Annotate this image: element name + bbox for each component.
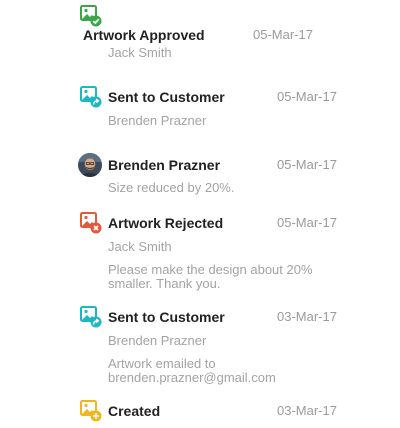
activity-title: Sent to Customer bbox=[108, 309, 225, 325]
activity-user: Brenden Prazner bbox=[108, 113, 207, 128]
activity-title: Artwork Rejected bbox=[108, 215, 224, 231]
activity-title: Sent to Customer bbox=[108, 89, 225, 105]
activity-date: 05-Mar-17 bbox=[277, 89, 337, 104]
activity-comment: Please make the design about 20% bbox=[108, 262, 313, 277]
activity-comment: smaller. Thank you. bbox=[108, 276, 221, 291]
activity-title: Created bbox=[108, 403, 161, 419]
image-share-icon bbox=[80, 306, 102, 328]
image-add-icon bbox=[80, 400, 102, 422]
activity-comment: Size reduced by 20%. bbox=[108, 180, 235, 195]
image-share-icon bbox=[80, 86, 102, 108]
activity-comment: Artwork emailed to bbox=[108, 356, 216, 371]
activity-title: Artwork Approved bbox=[83, 27, 205, 43]
activity-user: Jack Smith bbox=[108, 45, 172, 60]
image-check-icon bbox=[80, 5, 102, 27]
activity-date: 05-Mar-17 bbox=[253, 27, 313, 42]
activity-user: Brenden Prazner bbox=[108, 333, 207, 348]
activity-title: Brenden Prazner bbox=[108, 157, 221, 173]
activity-user: Jack Smith bbox=[108, 239, 172, 254]
image-reject-icon bbox=[80, 212, 102, 234]
activity-date: 05-Mar-17 bbox=[277, 157, 337, 172]
activity-date: 05-Mar-17 bbox=[277, 215, 337, 230]
activity-date: 03-Mar-17 bbox=[277, 403, 337, 418]
activity-comment: brenden.prazner@gmail.com bbox=[108, 370, 276, 385]
activity-date: 03-Mar-17 bbox=[277, 309, 337, 324]
avatar bbox=[78, 153, 102, 177]
